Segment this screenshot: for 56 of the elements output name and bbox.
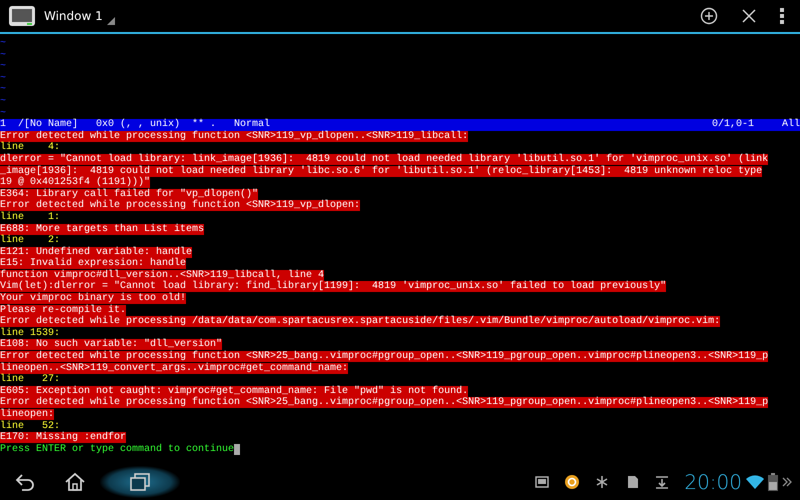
line-number-message: line 52: xyxy=(0,420,60,432)
battery-icon xyxy=(768,473,778,491)
error-message: E688: More targets than List items xyxy=(0,224,204,234)
tilde-marker: ~ xyxy=(0,84,6,96)
error-message: E364: Library call failed for "vp_dlopen()" xyxy=(0,188,258,200)
cursor-position: 0/1,0-1 xyxy=(712,119,754,131)
error-message: Error detected while processing function <SNR>119_vp_dlopen..<SNR>119_libcall: xyxy=(0,130,468,142)
error-message: Error detected while processing /data/data/com.spartacusrex.spartacuside/files/.vim/Bundle/vimproc/autoload/vimproc.vim: xyxy=(0,316,720,328)
chevron-icon xyxy=(782,477,792,487)
tilde-marker: ~ xyxy=(0,50,6,61)
tilde-marker: ~ xyxy=(0,108,6,119)
error-message: Error detected while processing function <SNR>119_vp_dlopen: xyxy=(0,200,360,212)
add-icon[interactable] xyxy=(700,7,718,25)
line-number-message: line 2: xyxy=(0,235,60,246)
window-title: Window 1 xyxy=(44,8,103,25)
error-message: Error detected while processing function <SNR>25_bang..vimproc#pgroup_open..<SNR>119_pgroup_open..vimproc#plineopen3..<SNR>119_p xyxy=(0,351,768,362)
line-number-message: line 1: xyxy=(0,212,60,223)
asterisk-icon xyxy=(594,474,610,490)
terminal-icon xyxy=(8,5,36,27)
terminal-notification-icon xyxy=(534,474,550,490)
line-number-message: line 1539: xyxy=(0,328,60,339)
error-message: function vimproc#dll_version..<SNR>119_libcall, line 4 xyxy=(0,270,324,281)
error-message: Please re-compile it. xyxy=(0,304,126,316)
error-message: E121: Undefined variable: handle xyxy=(0,246,192,258)
circle-notification-icon xyxy=(564,474,580,490)
wifi-icon xyxy=(746,474,764,490)
download-icon xyxy=(654,474,670,490)
home-icon xyxy=(64,472,86,492)
cursor-block xyxy=(234,444,240,455)
menu-icon[interactable] xyxy=(780,8,784,24)
error-message: E605: Exception not caught: vimproc#get_command_name: File "pwd" is not found. xyxy=(0,386,468,397)
status-text: 1 /[No Name] 0x0 (, , unix) ** . Normal xyxy=(0,119,270,130)
error-message: Your vimproc binary is too old! xyxy=(0,293,186,304)
error-message: _image[1936]: 4819 could not load needed library 'libc.so.6' for 'libutil.so.1' (reloc_library[1453]: 4819 unknown reloc type xyxy=(0,166,762,177)
back-icon xyxy=(14,472,36,492)
dropdown-corner-icon[interactable] xyxy=(106,17,115,25)
error-message: Vim(let):dlerror = "Cannot load library: find_library[1199]: 4819 'vimproc_unix.so' failed to load previously" xyxy=(0,281,666,292)
scroll-position: All xyxy=(782,119,800,131)
error-message: Error detected while processing function <SNR>25_bang..vimproc#pgroup_open..<SNR>119_pgroup_open..vimproc#plineopen3..<SNR>119_p xyxy=(0,397,768,408)
error-message: lineopen..<SNR>119_convert_args..vimproc#get_command_name: xyxy=(0,362,348,374)
line-number-message: line 4: xyxy=(0,142,60,154)
tilde-marker: ~ xyxy=(0,38,6,49)
tilde-marker: ~ xyxy=(0,72,6,84)
tilde-marker: ~ xyxy=(0,61,6,72)
error-message: dlerror = "Cannot load library: link_image[1936]: 4819 could not load needed library 'libutil.so.1' for 'vimproc_unix.so' (link xyxy=(0,154,768,165)
prompt-message: Press ENTER or type command to continue xyxy=(0,444,234,455)
error-message: E170: Missing :endfor xyxy=(0,432,126,444)
error-message: E108: No such variable: "dll_version" xyxy=(0,339,222,350)
error-message: 19 @ 0x401253f4 (1191)))" xyxy=(0,177,150,188)
tilde-marker: ~ xyxy=(0,96,6,107)
clock: 20:00 xyxy=(684,472,742,492)
close-icon[interactable] xyxy=(742,9,756,23)
error-message: lineopen: xyxy=(0,409,54,420)
line-number-message: line 27: xyxy=(0,374,60,386)
error-message: E15: Invalid expression: handle xyxy=(0,258,186,270)
recent-apps-icon xyxy=(129,472,151,492)
